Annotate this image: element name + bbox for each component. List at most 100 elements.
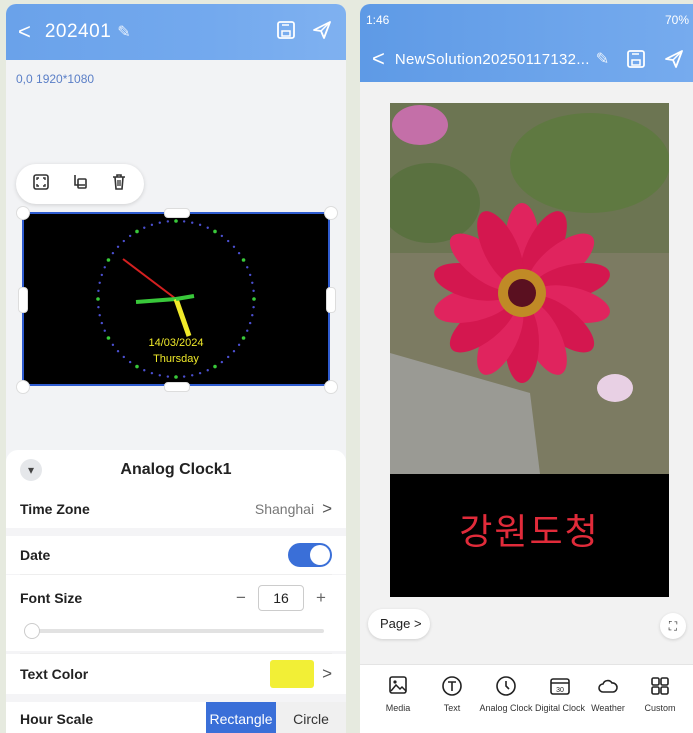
time-zone-label: Time Zone [20, 501, 90, 517]
chevron-right-icon: > [322, 499, 332, 518]
fit-screen-icon[interactable] [32, 173, 50, 196]
clock-tick [135, 229, 139, 234]
minute-hand [135, 297, 177, 304]
text-color-swatch[interactable] [270, 660, 315, 688]
font-size-label: Font Size [20, 590, 83, 606]
clock-tick [191, 374, 194, 377]
editor-canvas[interactable]: 0,0 1920*1080 14/03/2024 Thursday [6, 60, 346, 450]
clock-tick [232, 349, 236, 353]
clock-tick [98, 314, 101, 317]
time-zone-value: Shanghai [254, 501, 315, 517]
clock-tick [111, 251, 115, 255]
resize-handle-bottom[interactable] [164, 382, 190, 392]
clock-tick [246, 329, 249, 332]
time-zone-row[interactable]: Time Zone Shanghai > [6, 490, 346, 528]
clock-tick [226, 355, 230, 359]
save-icon[interactable] [276, 20, 296, 40]
dock-text[interactable]: Text [424, 675, 480, 713]
clock-tick [198, 223, 202, 227]
clock-tick [103, 266, 106, 269]
pencil-icon[interactable]: ✎ [117, 22, 130, 42]
analog-clock-widget[interactable]: 14/03/2024 Thursday [22, 212, 330, 386]
resize-handle-right[interactable] [326, 287, 336, 313]
editor-header: < NewSolution20250117132... ✎ [360, 36, 693, 82]
program-preview[interactable]: 강원도청 [390, 103, 669, 597]
right-phone-screen: 1:46 70% < NewSolution20250117132... ✎ 강… [360, 4, 693, 733]
clock-tick [182, 220, 186, 223]
clock-tick [241, 258, 246, 262]
svg-text:30: 30 [556, 687, 564, 694]
dock-weather[interactable]: Weather [580, 675, 636, 713]
dock-media[interactable]: Media [370, 675, 426, 713]
date-toggle[interactable] [288, 543, 332, 567]
flower-photo [390, 103, 669, 474]
pencil-icon[interactable]: ✎ [596, 49, 609, 69]
clock-tick [182, 375, 186, 378]
program-title[interactable]: NewSolution20250117132... [395, 51, 590, 68]
clock-tick [241, 336, 246, 340]
font-size-slider-row [6, 621, 346, 651]
back-icon[interactable]: < [372, 48, 385, 70]
clock-tick [248, 273, 252, 277]
circle-option[interactable]: Circle [276, 702, 346, 733]
analog-clock-icon [496, 676, 516, 696]
clock-tick [97, 289, 100, 293]
clock-tick [143, 226, 146, 229]
chevron-right-icon[interactable]: > [322, 664, 332, 684]
clock-tick [174, 375, 178, 379]
date-label: Date [20, 547, 51, 563]
font-size-input[interactable]: 16 [258, 585, 304, 611]
resize-handle-top[interactable] [164, 208, 190, 218]
resize-handle-tl[interactable] [16, 206, 30, 220]
fullscreen-icon[interactable]: ⛶ [660, 613, 686, 639]
clock-tick [98, 281, 101, 284]
font-size-slider-track[interactable] [24, 629, 324, 633]
clock-tick [252, 305, 255, 309]
clock-tick [237, 343, 241, 347]
widget-dock: Media Text Analog Clock 30 Digital Clock… [360, 664, 693, 733]
clock-tick [128, 360, 132, 364]
panel-title: Analog Clock1 [120, 461, 232, 478]
dock-label: Media [385, 703, 411, 713]
clock-day: Thursday [153, 353, 199, 365]
rectangle-option[interactable]: Rectangle [206, 702, 276, 733]
text-color-label: Text Color [20, 666, 89, 682]
clock-tick [166, 375, 170, 378]
panel-header: ▾ Analog Clock1 [6, 450, 346, 490]
clock-tick [150, 223, 154, 227]
dock-analog-clock[interactable]: Analog Clock [478, 675, 534, 713]
save-icon[interactable] [626, 49, 646, 69]
clock-tick [150, 371, 154, 375]
dock-label: Weather [591, 703, 625, 713]
clock-tick [166, 220, 170, 223]
clock-tick [96, 297, 100, 301]
increase-button[interactable]: + [310, 588, 332, 608]
copy-icon[interactable] [71, 173, 89, 196]
resize-handle-left[interactable] [18, 287, 28, 313]
send-icon[interactable] [312, 20, 332, 40]
resize-handle-br[interactable] [324, 380, 338, 394]
clock-tick [226, 239, 230, 243]
resize-handle-bl[interactable] [16, 380, 30, 394]
clock-tick [116, 245, 120, 249]
send-icon[interactable] [664, 49, 684, 69]
status-time: 1:46 [366, 13, 390, 27]
custom-icon [651, 677, 669, 695]
back-icon[interactable]: < [18, 21, 31, 43]
font-size-slider-knob[interactable] [24, 623, 40, 639]
clock-tick [252, 297, 256, 301]
properties-panel: ▾ Analog Clock1 Time Zone Shanghai > Date… [6, 450, 346, 733]
dock-label: Custom [644, 703, 676, 713]
digital-clock-icon: 30 [550, 678, 570, 695]
page-button[interactable]: Page > [368, 609, 430, 639]
decrease-button[interactable]: − [230, 588, 252, 608]
hour-scale-row: Hour Scale Rectangle Circle [6, 702, 346, 733]
clock-tick [103, 329, 106, 332]
resize-handle-tr[interactable] [324, 206, 338, 220]
dock-custom[interactable]: Custom [632, 675, 688, 713]
program-title[interactable]: 202401 [45, 21, 111, 43]
delete-icon[interactable] [110, 173, 128, 196]
weather-icon [598, 679, 618, 693]
clock-tick [220, 360, 224, 364]
clock-tick [232, 245, 236, 249]
